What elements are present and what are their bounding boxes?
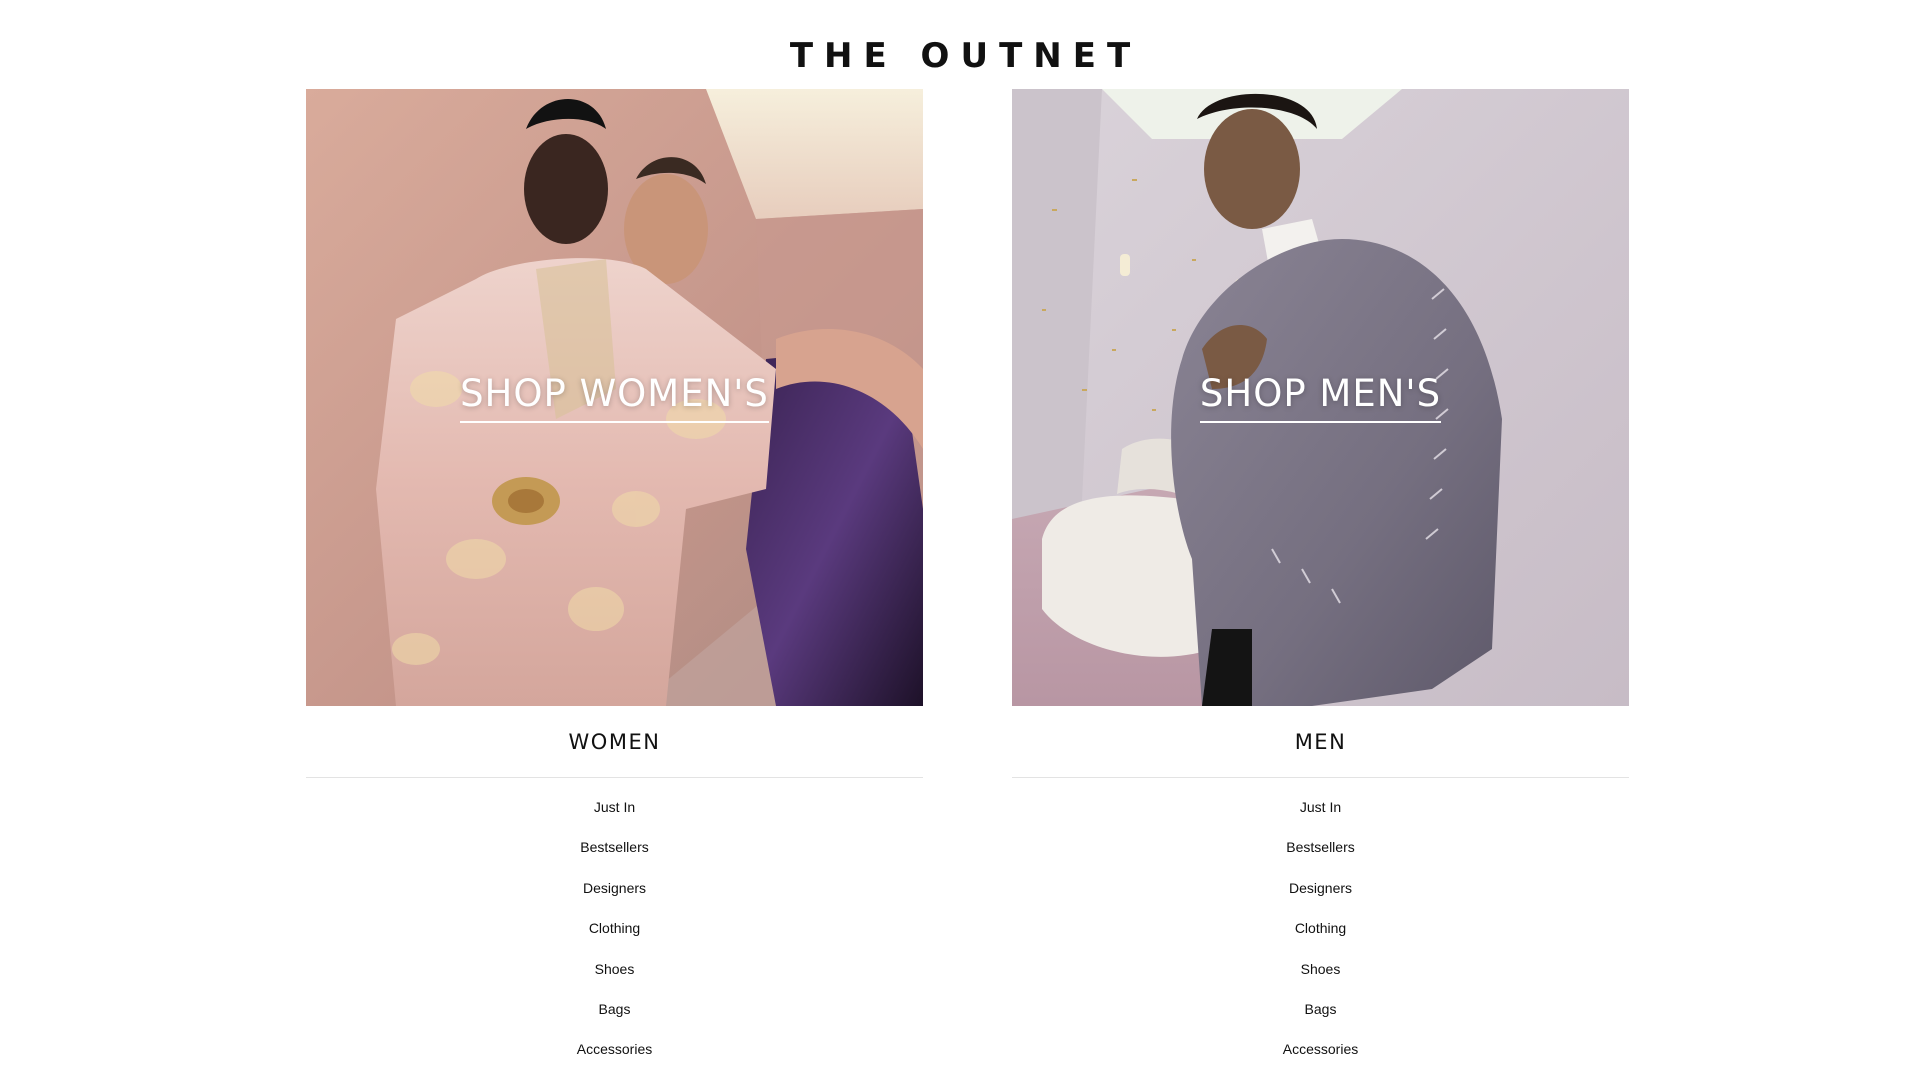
list-item: Bestsellers [306, 837, 923, 877]
women-link-shoes[interactable]: Shoes [595, 961, 635, 977]
list-item: Clothing [306, 918, 923, 958]
list-item: Accessories [306, 1039, 923, 1079]
men-heading[interactable]: MEN [1012, 706, 1629, 777]
men-heading-text[interactable]: MEN [1295, 730, 1347, 754]
brand-logo[interactable]: THE OUTNET [0, 34, 1920, 78]
women-link-accessories[interactable]: Accessories [577, 1041, 652, 1057]
men-hero-image[interactable]: SHOP MEN'S [1012, 89, 1629, 706]
list-item: Designers [306, 878, 923, 918]
shop-mens-cta[interactable]: SHOP MEN'S [1012, 372, 1629, 423]
list-item: Bags [306, 999, 923, 1039]
shop-womens-cta[interactable]: SHOP WOMEN'S [306, 372, 923, 423]
women-link-bestsellers[interactable]: Bestsellers [580, 839, 648, 855]
women-heading[interactable]: WOMEN [306, 706, 923, 777]
men-section: SHOP MEN'S MEN Just In Bestsellers Desig… [1012, 89, 1629, 1080]
list-item: Bestsellers [1012, 837, 1629, 877]
women-hero-image[interactable]: SHOP WOMEN'S [306, 89, 923, 706]
landing-page: THE OUTNET SHOP WOMEN'S WOMEN Just In Be… [0, 0, 1920, 1080]
men-link-bags[interactable]: Bags [1305, 1001, 1337, 1017]
list-item: Designers [1012, 878, 1629, 918]
men-link-just-in[interactable]: Just In [1300, 799, 1341, 815]
men-link-shoes[interactable]: Shoes [1301, 961, 1341, 977]
women-link-just-in[interactable]: Just In [594, 799, 635, 815]
list-item: Shoes [306, 959, 923, 999]
men-category-list: Just In Bestsellers Designers Clothing S… [1012, 778, 1629, 1080]
men-link-accessories[interactable]: Accessories [1283, 1041, 1358, 1057]
women-category-list: Just In Bestsellers Designers Clothing S… [306, 778, 923, 1080]
shop-mens-label[interactable]: SHOP MEN'S [1199, 372, 1442, 423]
women-link-designers[interactable]: Designers [583, 880, 646, 896]
list-item: Bags [1012, 999, 1629, 1039]
women-heading-text[interactable]: WOMEN [569, 730, 661, 754]
list-item: Accessories [1012, 1039, 1629, 1079]
women-link-bags[interactable]: Bags [599, 1001, 631, 1017]
list-item: Clothing [1012, 918, 1629, 958]
shop-womens-label[interactable]: SHOP WOMEN'S [460, 372, 769, 423]
men-link-clothing[interactable]: Clothing [1295, 920, 1346, 936]
list-item: Just In [1012, 797, 1629, 837]
women-link-clothing[interactable]: Clothing [589, 920, 640, 936]
men-link-bestsellers[interactable]: Bestsellers [1286, 839, 1354, 855]
list-item: Just In [306, 797, 923, 837]
list-item: Shoes [1012, 959, 1629, 999]
women-section: SHOP WOMEN'S WOMEN Just In Bestsellers D… [306, 89, 923, 1080]
men-link-designers[interactable]: Designers [1289, 880, 1352, 896]
